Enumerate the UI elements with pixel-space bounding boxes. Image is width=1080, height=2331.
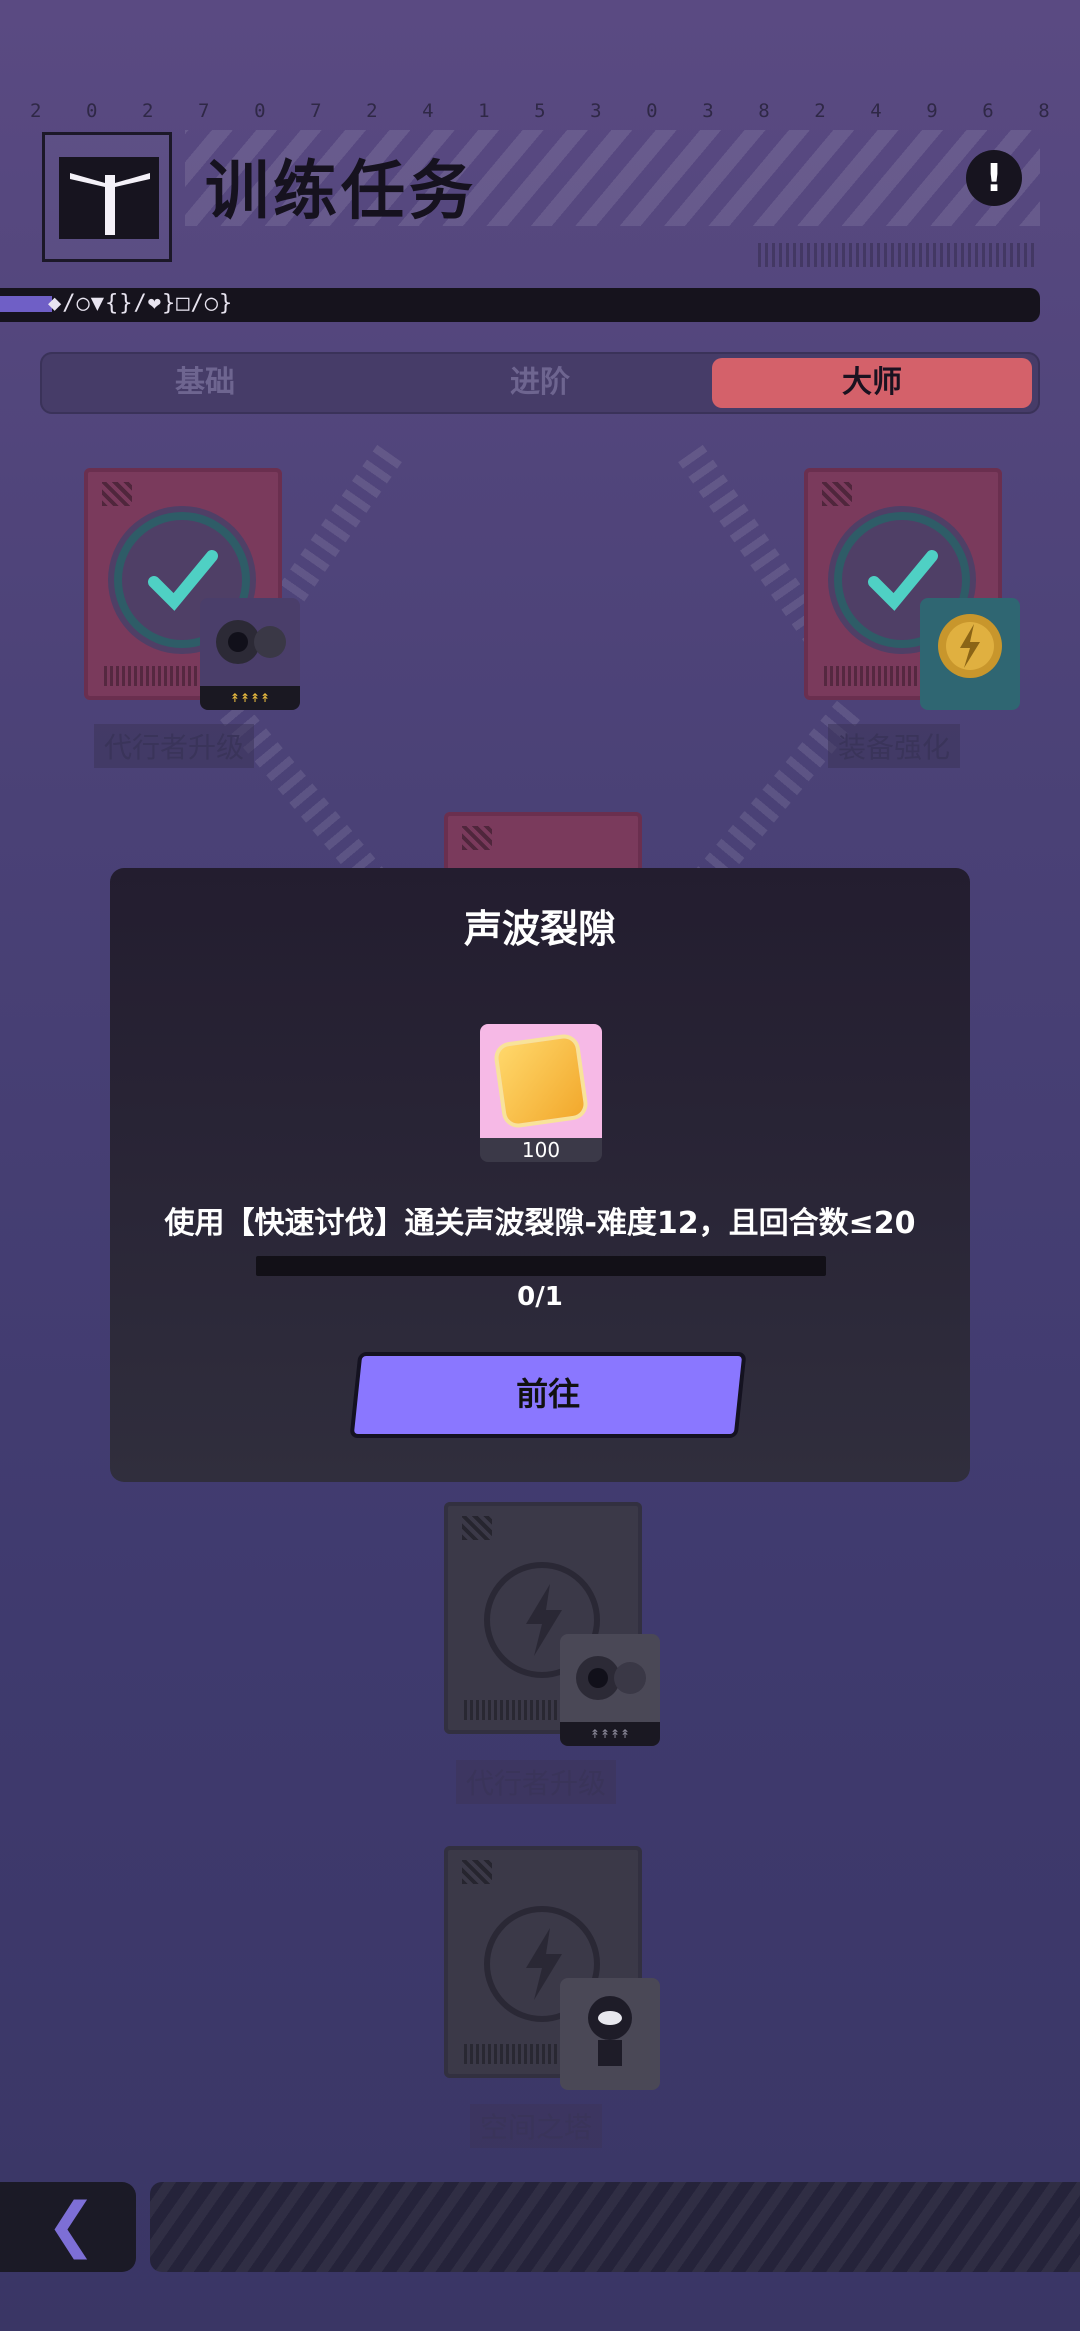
- task-card-label: 空间之塔: [470, 2104, 603, 2148]
- code-strip-accent: [0, 296, 52, 312]
- go-button[interactable]: 前往: [349, 1352, 747, 1438]
- serial-digit: 0: [86, 100, 98, 122]
- reward-count: 100: [480, 1138, 602, 1162]
- serial-digit: 1: [478, 100, 490, 122]
- space-tower-item-icon: [560, 1978, 660, 2090]
- serial-digit: 3: [590, 100, 602, 122]
- serial-digit: 6: [982, 100, 994, 122]
- dialog-title: 声波裂隙: [463, 907, 616, 951]
- chip-icon: [496, 1036, 586, 1126]
- task-card-label: 代行者升级: [94, 724, 255, 768]
- code-strip-text: ◆/○▼{}/❤}□/○}: [48, 291, 234, 316]
- serial-digit: 2: [30, 100, 42, 122]
- back-button[interactable]: ❮: [0, 2182, 136, 2272]
- page-title: 训练任务: [205, 155, 477, 229]
- progress-text: 0/1: [517, 1282, 563, 1312]
- barcode-decoration: [758, 243, 1038, 267]
- serial-digit: 7: [198, 100, 210, 122]
- tab-basic[interactable]: 基础: [40, 358, 370, 408]
- serial-digit: 5: [534, 100, 546, 122]
- progress-bar: [256, 1256, 826, 1276]
- serial-digit: 8: [1038, 100, 1050, 122]
- reward-item[interactable]: 100: [480, 1024, 602, 1162]
- serial-digit: 0: [646, 100, 658, 122]
- serial-digit: 3: [702, 100, 714, 122]
- serial-digit: 4: [422, 100, 434, 122]
- serial-digit: 9: [926, 100, 938, 122]
- tab-master[interactable]: 大师: [712, 358, 1032, 408]
- serial-digit: 2: [142, 100, 154, 122]
- task-logo-icon: [42, 132, 172, 262]
- serial-digit: 2: [814, 100, 826, 122]
- tab-advanced[interactable]: 进阶: [375, 358, 705, 408]
- serial-digit: 4: [870, 100, 882, 122]
- chevron-left-icon: ❮: [46, 2190, 97, 2260]
- bottom-bar: [150, 2182, 1080, 2272]
- task-card-label: 代行者升级: [456, 1760, 617, 1804]
- serial-digit: 8: [758, 100, 770, 122]
- exclamation-icon[interactable]: !: [966, 150, 1022, 206]
- serial-digit: 0: [254, 100, 266, 122]
- agent-upgrade-item-icon: ↟↟↟↟: [200, 598, 300, 710]
- serial-digit: 2: [366, 100, 378, 122]
- difficulty-tabs: 基础 进阶 大师: [40, 352, 1040, 414]
- serial-digits: 2 0 2 7 0 7 2 4 1 5 3 0 3 8 2 4 9 6 8: [30, 100, 1050, 122]
- coin-icon: [920, 598, 1020, 710]
- agent-upgrade-item-icon: ↟↟↟↟: [560, 1634, 660, 1746]
- task-card-label: 装备强化: [828, 724, 961, 768]
- serial-digit: 7: [310, 100, 322, 122]
- go-button-label: 前往: [516, 1375, 581, 1413]
- task-detail-dialog: 声波裂隙 100 使用【快速讨伐】通关声波裂隙-难度12，且回合数≤20 0/1…: [110, 868, 970, 1482]
- task-description: 使用【快速讨伐】通关声波裂隙-难度12，且回合数≤20: [164, 1206, 916, 1241]
